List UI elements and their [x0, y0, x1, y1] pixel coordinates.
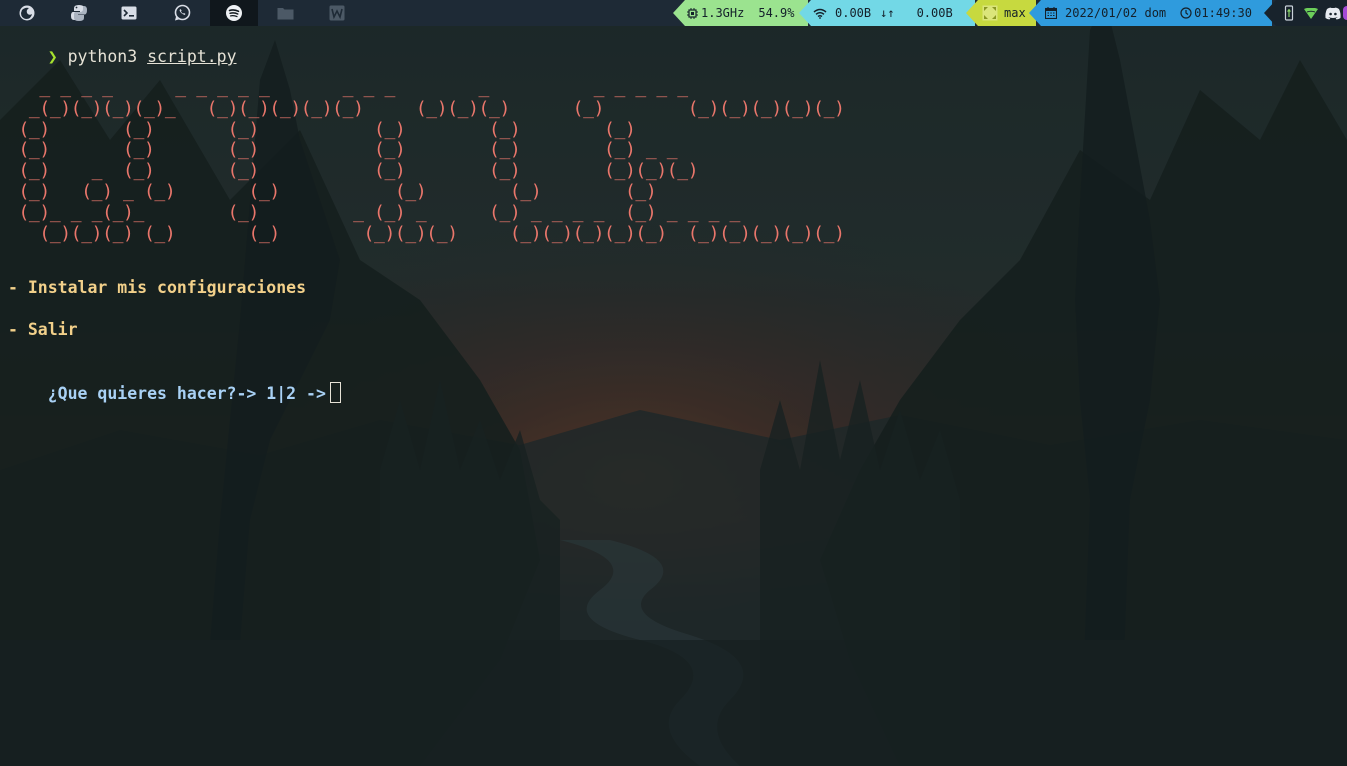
cpu-usage: 54.9%	[758, 6, 795, 20]
workspace-python[interactable]	[55, 0, 103, 26]
discord-icon[interactable]	[1325, 7, 1341, 20]
net-upload: 0.00B	[916, 6, 953, 20]
cpu-frequency: 1.3GHz	[701, 6, 745, 20]
command-text: python3	[67, 47, 138, 66]
layout-widget[interactable]: max	[966, 0, 1036, 26]
menu-option-exit: - Salir	[8, 320, 78, 339]
layout-max-icon	[982, 5, 998, 21]
banner-line: (_) (_) (_) (_) (_) (_) _ _	[8, 139, 678, 161]
cpu-widget: 1.3GHz 54.9%	[673, 0, 808, 26]
menu-option-install: - Instalar mis configuraciones	[8, 278, 307, 297]
terminal-icon	[121, 6, 137, 20]
banner-line: _(_)(_)(_)(_)_ (_)(_)(_)(_)(_) (_)(_)(_)…	[8, 97, 845, 119]
cpu-icon	[687, 7, 698, 19]
clock-icon	[1180, 7, 1192, 19]
workspace-word[interactable]	[313, 0, 361, 26]
net-arrows-icon: ↓↑	[880, 6, 895, 20]
layout-name: max	[1004, 6, 1026, 20]
whatsapp-icon	[173, 4, 191, 22]
workspace-terminal[interactable]	[105, 0, 153, 26]
banner-line: (_) (_) (_) (_) (_) (_)	[8, 118, 636, 140]
word-icon	[329, 5, 345, 21]
ascii-banner: _ _ _ _ _ _ _ _ _ _ _ _ _ _ _ _ _ _ _(_)…	[8, 77, 845, 244]
usb-icon[interactable]	[1284, 5, 1294, 21]
workspace-whatsapp[interactable]	[158, 0, 206, 26]
folder-icon	[277, 6, 294, 20]
banner-line: (_) (_) _ (_) (_) (_) (_) (_)	[8, 180, 657, 202]
command-argument: script.py	[147, 47, 237, 66]
text-cursor[interactable]	[329, 382, 341, 403]
network-tray-icon[interactable]	[1304, 7, 1318, 19]
workspace-firefox[interactable]	[3, 0, 51, 26]
system-tray	[1264, 0, 1347, 26]
time-text: 01:49:30	[1194, 6, 1252, 20]
input-prompt: ¿Que quieres hacer?-> 1|2 ->	[8, 362, 341, 403]
banner-line: (_)(_)(_) (_) (_) (_)(_)(_) (_)(_)(_)(_)…	[8, 222, 845, 244]
banner-line: (_)_ _ _(_)_ (_) _ (_) _ (_) _ _ _ _ (_)…	[8, 201, 740, 223]
clock-widget[interactable]: 2022/01/02 dom 01:49:30	[1029, 0, 1272, 26]
spotify-icon	[225, 4, 243, 22]
net-download: 0.00B	[835, 6, 872, 20]
network-widget: 0.00B ↓↑ 0.00B	[799, 0, 975, 26]
calendar-icon	[1045, 7, 1057, 19]
workspace-spotify[interactable]	[210, 0, 258, 26]
workspace-files[interactable]	[261, 0, 309, 26]
question-text: ¿Que quieres hacer?-> 1|2 ->	[47, 384, 326, 403]
banner-line: _ _ _ _ _ _ _ _ _ _ _ _ _ _ _ _ _ _	[8, 77, 688, 98]
python-icon	[70, 4, 88, 22]
tray-app-icon[interactable]	[1343, 6, 1347, 20]
top-bar: 1.3GHz 54.9% 0.00B ↓↑ 0.00B max 2022/01/…	[0, 0, 1347, 26]
firefox-icon	[18, 4, 36, 22]
wifi-icon	[813, 8, 827, 19]
banner-line: (_) _ (_) (_) (_) (_) (_)(_)(_)	[8, 160, 699, 182]
command-line: ❯ python3 script.py	[8, 27, 237, 66]
date-text: 2022/01/02 dom	[1065, 6, 1167, 20]
prompt-symbol: ❯	[47, 47, 58, 66]
